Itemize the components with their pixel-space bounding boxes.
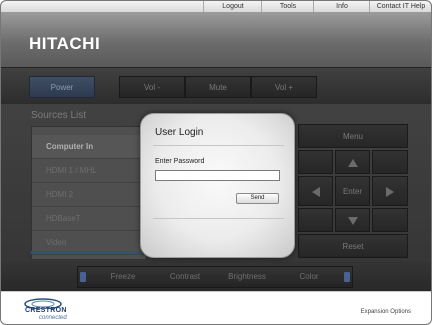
footer: CRESTRON connected Expansion Options [1,291,431,324]
app-window: Logout Tools Info Contact IT Help HITACH… [0,0,432,325]
logout-link[interactable]: Logout [203,1,262,12]
header: HITACHI [1,13,431,67]
crestron-connected-label: connected [39,315,67,321]
tools-link[interactable]: Tools [261,1,314,12]
dialog-divider-bottom [153,218,284,219]
hitachi-logo: HITACHI [29,34,101,53]
top-link-bar: Logout Tools Info Contact IT Help [1,1,431,13]
send-button[interactable]: Send [236,193,279,204]
password-input[interactable] [155,170,280,181]
dialog-divider-top [153,145,284,146]
contact-it-help-link[interactable]: Contact IT Help [369,1,431,12]
dialog-title: User Login [155,127,204,138]
expansion-options-link[interactable]: Expansion Options [361,309,411,315]
crestron-brand: CRESTRON [25,307,67,314]
info-link[interactable]: Info [313,1,370,12]
user-login-dialog: User Login Enter Password Send [140,113,295,258]
password-label: Enter Password [155,158,205,165]
